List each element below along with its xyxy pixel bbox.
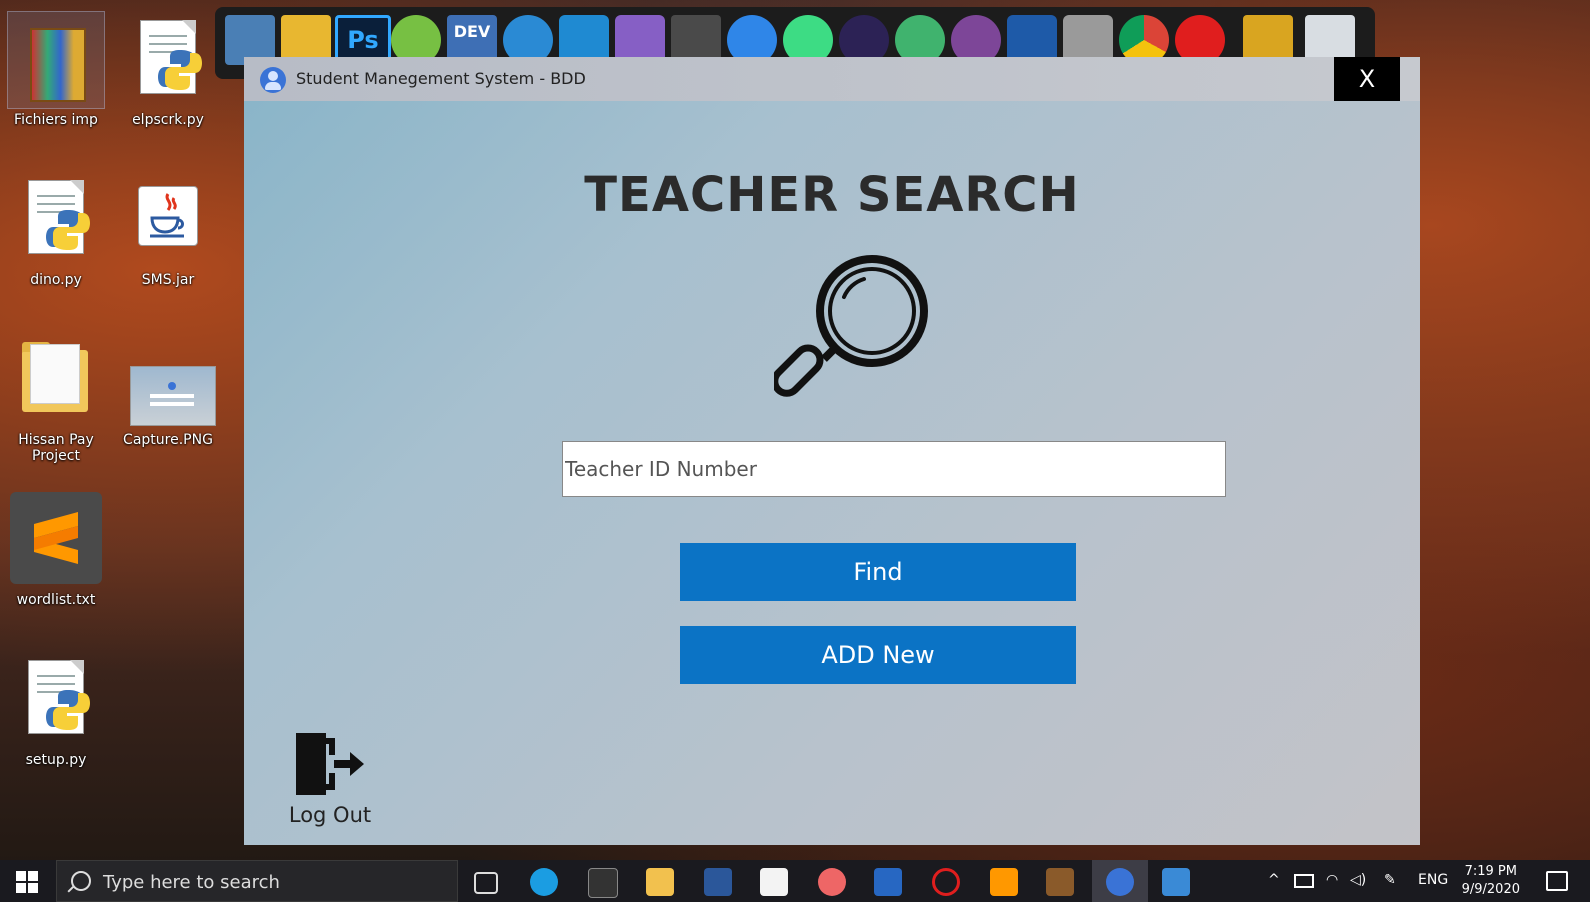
clock-date: 9/9/2020 — [1461, 882, 1520, 897]
archive-icon — [7, 11, 105, 109]
image-thumbnail-icon — [120, 332, 216, 428]
desktop-icon-label: Fichiers imp — [14, 112, 98, 128]
desktop-icon-setup[interactable]: setup.py — [2, 652, 110, 768]
python-file-icon — [120, 12, 216, 108]
battery-icon[interactable] — [1294, 874, 1314, 888]
search-placeholder: Type here to search — [103, 872, 280, 893]
close-button[interactable]: X — [1334, 57, 1400, 101]
magnifying-glass-icon — [771, 249, 934, 409]
desktop-icon-elpscrk[interactable]: elpscrk.py — [114, 12, 222, 128]
terminal-icon[interactable] — [588, 868, 618, 898]
volume-icon[interactable]: ◁) — [1350, 872, 1366, 888]
logout-label: Log Out — [288, 803, 372, 827]
paint-icon[interactable] — [818, 868, 846, 896]
app-window: Student Manegement System - BDD X TEACHE… — [244, 57, 1420, 845]
folder-icon — [8, 332, 104, 428]
task-view-icon[interactable] — [474, 872, 498, 894]
taskbar: Type here to search ^ ◠ ◁) ✎ ENG 7:19 PM… — [0, 860, 1590, 902]
logout-icon — [296, 733, 364, 795]
search-icon — [71, 871, 91, 891]
windows-start-icon[interactable] — [16, 871, 38, 893]
logout-button[interactable]: Log Out — [284, 727, 376, 827]
desktop-icon-label: Hissan Pay Project — [18, 432, 94, 464]
clock[interactable]: 7:19 PM 9/9/2020 — [1462, 863, 1520, 899]
photos-icon[interactable] — [1162, 868, 1190, 896]
desktop-icon-fichiers-imp[interactable]: Fichiers imp — [2, 11, 110, 128]
file-explorer-icon[interactable] — [646, 868, 674, 896]
desktop-icon-label: elpscrk.py — [132, 112, 204, 128]
sublime-text-icon — [8, 492, 104, 588]
clock-time: 7:19 PM — [1464, 864, 1517, 879]
title-bar[interactable]: Student Manegement System - BDD — [244, 57, 1420, 101]
desktop-icon-label: dino.py — [30, 272, 82, 288]
student-app-taskbar-icon[interactable] — [1106, 868, 1134, 896]
edge-icon[interactable] — [530, 868, 558, 896]
app-user-icon — [260, 67, 286, 93]
java-jar-icon — [120, 172, 216, 268]
notification-icon[interactable] — [1546, 871, 1568, 891]
teacher-id-input[interactable] — [562, 441, 1226, 497]
powershell-icon[interactable] — [874, 868, 902, 896]
pen-icon[interactable]: ✎ — [1384, 872, 1396, 888]
language-indicator[interactable]: ENG — [1418, 872, 1448, 888]
store-icon[interactable] — [760, 868, 788, 896]
add-new-button[interactable]: ADD New — [680, 626, 1076, 684]
tray-chevron-icon[interactable]: ^ — [1268, 872, 1280, 888]
game-taskbar-icon[interactable] — [1046, 868, 1074, 896]
desktop-icon-label: setup.py — [25, 752, 87, 768]
desktop-icon-label: wordlist.txt — [16, 592, 96, 608]
desktop-icon-dino[interactable]: dino.py — [2, 172, 110, 288]
sublime-taskbar-icon[interactable] — [990, 868, 1018, 896]
python-file-icon — [8, 172, 104, 268]
desktop-icon-label: Capture.PNG — [123, 432, 213, 448]
desktop-icon-capture-png[interactable]: Capture.PNG — [114, 332, 222, 448]
desktop-icon-label: SMS.jar — [141, 272, 195, 288]
opera-taskbar-icon[interactable] — [932, 868, 960, 896]
wifi-icon[interactable]: ◠ — [1326, 872, 1338, 888]
window-title: Student Manegement System - BDD — [296, 69, 586, 88]
python-file-icon — [8, 652, 104, 748]
taskbar-search[interactable]: Type here to search — [56, 860, 458, 902]
find-button[interactable]: Find — [680, 543, 1076, 601]
desktop-icon-wordlist[interactable]: wordlist.txt — [2, 492, 110, 608]
desktop-icon-sms-jar[interactable]: SMS.jar — [114, 172, 222, 288]
word-icon[interactable] — [704, 868, 732, 896]
page-title: TEACHER SEARCH — [584, 167, 1080, 223]
desktop-icon-hissan-pay[interactable]: Hissan Pay Project — [2, 332, 110, 464]
